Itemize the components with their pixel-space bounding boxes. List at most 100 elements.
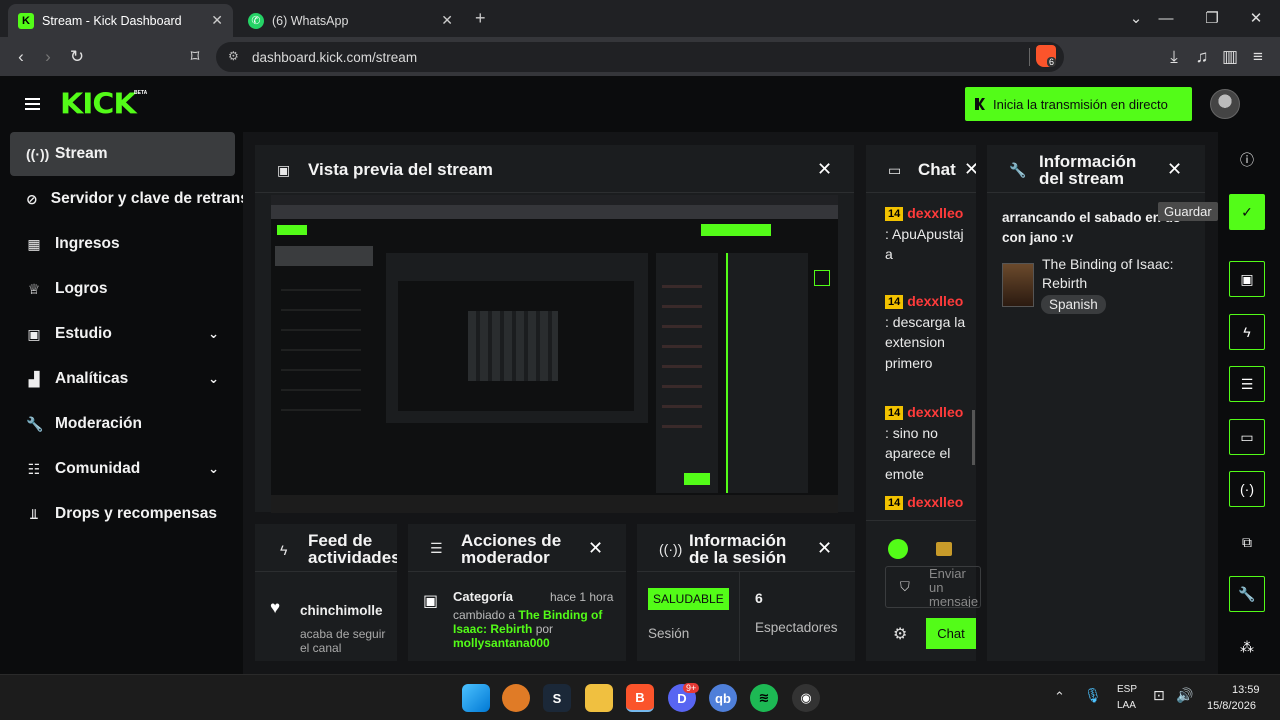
kick-icon bbox=[975, 98, 985, 110]
save-button[interactable]: ✓ bbox=[1229, 194, 1265, 230]
sidebar-item-drops[interactable]: ⫫ Drops y recompensas bbox=[10, 492, 235, 536]
info-icon[interactable]: ⓘ bbox=[1229, 142, 1265, 178]
steam-icon[interactable]: S bbox=[543, 684, 571, 712]
minimize-button[interactable]: — bbox=[1151, 6, 1181, 30]
window-close-button[interactable]: ✕ bbox=[1241, 6, 1271, 30]
address-bar[interactable]: ⚙ dashboard.kick.com/stream bbox=[216, 42, 1064, 72]
avatar[interactable] bbox=[1210, 89, 1240, 119]
wrench-icon: 🔧 bbox=[26, 415, 44, 432]
restore-button[interactable]: ❐ bbox=[1197, 6, 1227, 30]
community-icon[interactable]: ⁂ bbox=[1229, 629, 1265, 665]
feed-username[interactable]: chinchimolle bbox=[300, 603, 383, 618]
close-icon[interactable]: ✕ bbox=[817, 159, 832, 180]
close-icon[interactable]: ✕ bbox=[964, 159, 976, 180]
download-icon[interactable]: ⤓ bbox=[1162, 45, 1186, 69]
stream-info-panel: 🔧 Información del stream ✕ arrancando el… bbox=[987, 145, 1205, 661]
obs-icon[interactable]: ◉ bbox=[792, 684, 820, 712]
stream-info-toggle-button[interactable]: 🔧 bbox=[1229, 576, 1265, 612]
wrench-icon: 🔧 bbox=[1238, 585, 1256, 602]
panel-title: Feed de bbox=[308, 531, 373, 550]
status-badge: SALUDABLE bbox=[648, 588, 729, 610]
preview-sidebar-list bbox=[281, 275, 361, 425]
stream-preview-panel: ▣ Vista previa del stream ✕ bbox=[255, 145, 854, 513]
mod-action-user[interactable]: mollysantana000 bbox=[453, 636, 550, 650]
reload-icon[interactable]: ↻ bbox=[65, 45, 89, 69]
sidebar-item-logros[interactable]: ♕ Logros bbox=[10, 267, 235, 311]
network-icon[interactable]: ⊡ bbox=[1153, 687, 1165, 704]
emote-icon[interactable] bbox=[888, 539, 908, 559]
close-icon[interactable]: ✕ bbox=[817, 538, 832, 559]
hamburger-menu-icon[interactable] bbox=[25, 98, 40, 110]
app-header: KICK BETA Inicia la transmisión en direc… bbox=[0, 76, 1280, 132]
chevron-up-icon[interactable]: ⌃ bbox=[1054, 689, 1065, 705]
divider bbox=[255, 192, 854, 193]
tab-kick-dashboard[interactable]: K Stream - Kick Dashboard ✕ bbox=[8, 4, 233, 37]
chat-scrollbar[interactable] bbox=[972, 410, 975, 465]
close-icon[interactable]: ✕ bbox=[588, 538, 603, 559]
panel-title: Información bbox=[689, 531, 787, 550]
settings-icon[interactable]: ⚙ bbox=[893, 624, 907, 644]
browser-tab-strip: K Stream - Kick Dashboard ✕ ✆ (6) WhatsA… bbox=[0, 0, 1280, 37]
brave-icon[interactable]: B bbox=[626, 684, 654, 712]
language-indicator[interactable]: ESP bbox=[1117, 684, 1137, 695]
chat-toggle-button[interactable]: ▭ bbox=[1229, 419, 1265, 455]
divider bbox=[866, 192, 976, 193]
sidebar-item-comunidad[interactable]: ☷ Comunidad ⌄ bbox=[10, 447, 235, 491]
clock-date[interactable]: 15/8/2026 bbox=[1207, 700, 1256, 712]
sidebar-item-ingresos[interactable]: ▦ Ingresos bbox=[10, 222, 235, 266]
chat-username[interactable]: dexxlleo bbox=[907, 293, 963, 309]
spotify-icon[interactable]: ≋ bbox=[750, 684, 778, 712]
tab-whatsapp[interactable]: ✆ (6) WhatsApp ✕ bbox=[238, 4, 463, 37]
chat-username[interactable]: dexxlleo bbox=[907, 404, 963, 420]
browser-toolbar: ‹ › ↻ ⌑ ⚙ dashboard.kick.com/stream 6 ⤓ … bbox=[0, 37, 1280, 76]
go-live-button[interactable]: Inicia la transmisión en directo bbox=[965, 87, 1192, 121]
sidebar-item-estudio[interactable]: ▣ Estudio ⌄ bbox=[10, 312, 235, 356]
sidebar-item-server-key[interactable]: ⊘ Servidor y clave de retransmisión bbox=[10, 177, 243, 221]
preview-toggle-button[interactable]: ▣ bbox=[1229, 261, 1265, 297]
activity-toggle-button[interactable]: ϟ bbox=[1229, 314, 1265, 350]
tab-search-icon[interactable]: ⌄ bbox=[1121, 6, 1151, 30]
microphone-icon[interactable]: 🎙 bbox=[1084, 687, 1102, 704]
chat-input[interactable]: ⛉ Enviar un mensaje bbox=[885, 566, 981, 608]
site-info-icon[interactable]: ⚙ bbox=[228, 49, 239, 63]
preview-rail bbox=[814, 270, 830, 286]
back-icon[interactable]: ‹ bbox=[9, 45, 33, 69]
language-sub: LAA bbox=[1117, 700, 1136, 711]
app-icon[interactable] bbox=[502, 684, 530, 712]
sidebar-item-stream[interactable]: ((·)) Stream bbox=[10, 132, 235, 176]
send-chat-button[interactable]: Chat bbox=[926, 618, 976, 649]
mod-actions-toggle-button[interactable]: ☰ bbox=[1229, 366, 1265, 402]
sidebar-toggle-icon[interactable]: ▥ bbox=[1218, 45, 1242, 69]
sidebar-item-analiticas[interactable]: ▟ Analíticas ⌄ bbox=[10, 357, 235, 401]
new-tab-button[interactable]: + bbox=[475, 8, 486, 29]
media-icon[interactable]: ♫ bbox=[1190, 45, 1214, 69]
close-icon[interactable]: ✕ bbox=[211, 12, 223, 29]
session-toggle-button[interactable]: (·) bbox=[1229, 471, 1265, 507]
bookmark-icon[interactable]: ⌑ bbox=[183, 45, 207, 69]
category-thumbnail bbox=[1002, 263, 1034, 307]
chat-username[interactable]: dexxlleo bbox=[907, 494, 963, 510]
close-icon[interactable]: ✕ bbox=[1167, 159, 1182, 180]
qbittorrent-icon[interactable]: qb bbox=[709, 684, 737, 712]
category-name[interactable]: The Binding of Isaac: Rebirth bbox=[1042, 255, 1192, 293]
brave-badge: 6 bbox=[1046, 57, 1056, 67]
clock-time[interactable]: 13:59 bbox=[1232, 684, 1260, 696]
file-explorer-icon[interactable] bbox=[585, 684, 613, 712]
preview-info bbox=[726, 253, 808, 493]
sidebar-item-label: Estudio bbox=[55, 325, 112, 342]
close-icon[interactable]: ✕ bbox=[441, 12, 453, 29]
brave-shield-icon[interactable]: 6 bbox=[1036, 45, 1056, 67]
sidebar-item-moderacion[interactable]: 🔧 Moderación bbox=[10, 402, 235, 446]
chat-username[interactable]: dexxlleo bbox=[907, 205, 963, 221]
check-icon: ✓ bbox=[1241, 203, 1253, 220]
layout-icon[interactable]: ⧉ bbox=[1229, 524, 1265, 560]
windows-start-icon[interactable] bbox=[462, 684, 490, 712]
chat-message: 14 dexxlleo : sino no aparece el emote bbox=[885, 402, 967, 484]
volume-icon[interactable]: 🔊 bbox=[1176, 687, 1193, 704]
menu-icon[interactable]: ≡ bbox=[1246, 45, 1270, 69]
kick-logo[interactable]: KICK bbox=[60, 88, 137, 121]
language-tag: Spanish bbox=[1041, 295, 1106, 314]
stream-preview-video[interactable] bbox=[271, 195, 838, 513]
gift-icon[interactable] bbox=[936, 542, 952, 556]
forward-icon[interactable]: › bbox=[36, 45, 60, 69]
